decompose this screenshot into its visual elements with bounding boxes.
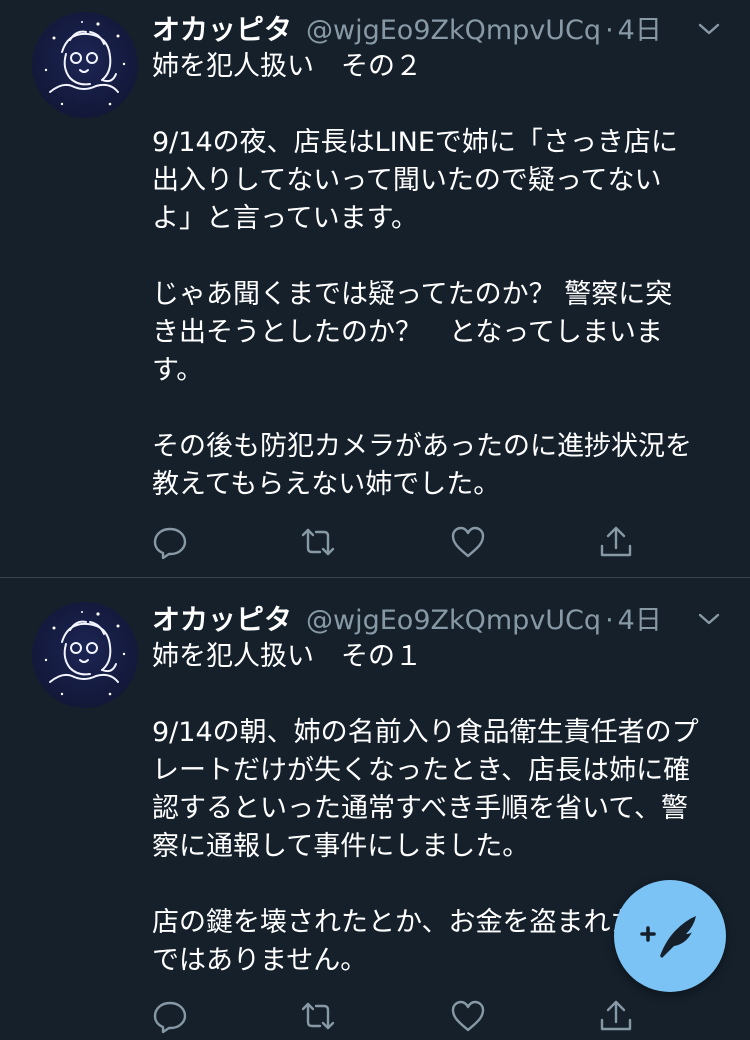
tweet-line: 認するといった通常すべき手順を省いて、警 (152, 793, 688, 824)
tweet[interactable]: オカッピタ @wjgEo9ZkQmpvUCq · 4日 姉を犯人扱い その２ 9… (0, 0, 750, 576)
tweet-text: 姉を犯人扱い その２ 9/14の夜、店長はLINEで姉に「さっき店に 出入りして… (152, 48, 722, 504)
timestamp[interactable]: 4日 (618, 598, 662, 637)
author-name[interactable]: オカッピタ (152, 8, 292, 48)
tweet-header: オカッピタ @wjgEo9ZkQmpvUCq · 4日 (152, 8, 662, 48)
compose-tweet-button[interactable] (614, 880, 726, 992)
author-handle[interactable]: @wjgEo9ZkQmpvUCq (306, 15, 601, 46)
author-name[interactable]: オカッピタ (152, 598, 292, 638)
tweet-actions (150, 996, 650, 1036)
tweet-line: じゃあ聞くまでは疑ってたのか？ 警察に突 (152, 279, 673, 310)
tweet-line (152, 390, 722, 428)
reply-icon[interactable] (150, 996, 190, 1036)
chevron-down-icon[interactable] (694, 604, 724, 634)
retweet-icon[interactable] (298, 996, 338, 1036)
tweet-line: 9/14の夜、店長はLINEで姉に「さっき店に (152, 127, 678, 158)
tweet-line: 察に通報して事件にしました。 (152, 831, 530, 862)
tweet-line (152, 676, 722, 714)
tweet-line: その後も防犯カメラがあったのに進捗状況を (152, 431, 692, 462)
separator-dot: · (605, 605, 614, 636)
like-icon[interactable] (448, 996, 488, 1036)
avatar[interactable] (32, 12, 138, 118)
tweet-line: 教えてもらえない姉でした。 (152, 469, 501, 500)
tweet-line (152, 238, 722, 276)
reply-icon[interactable] (150, 522, 190, 562)
share-icon[interactable] (596, 996, 636, 1036)
retweet-icon[interactable] (298, 522, 338, 562)
tweet-line (152, 86, 722, 124)
tweet-line: 姉を犯人扱い その１ (152, 641, 422, 672)
tweet-line: よ」と言っています。 (152, 203, 418, 234)
timestamp[interactable]: 4日 (618, 8, 662, 47)
chevron-down-icon[interactable] (694, 14, 724, 44)
tweet-line: 姉を犯人扱い その２ (152, 51, 422, 82)
author-handle[interactable]: @wjgEo9ZkQmpvUCq (306, 605, 601, 636)
tweet-line: き出そうとしたのか？ となってしまいま (152, 317, 663, 348)
like-icon[interactable] (448, 522, 488, 562)
tweet-line: レートだけが失くなったとき、店長は姉に確 (152, 755, 691, 786)
tweet-actions (150, 522, 650, 562)
share-icon[interactable] (596, 522, 636, 562)
avatar[interactable] (32, 602, 138, 708)
tweet-divider (0, 577, 750, 578)
tweet-line: す。 (152, 355, 204, 386)
tweet-header: オカッピタ @wjgEo9ZkQmpvUCq · 4日 (152, 598, 662, 638)
compose-tweet-icon (640, 916, 696, 958)
separator-dot: · (605, 15, 614, 46)
tweet-line: 出入りしてないって聞いたので疑ってない (152, 165, 662, 196)
tweet-line: 9/14の朝、姉の名前入り食品衛生責任者のプ (152, 717, 699, 748)
